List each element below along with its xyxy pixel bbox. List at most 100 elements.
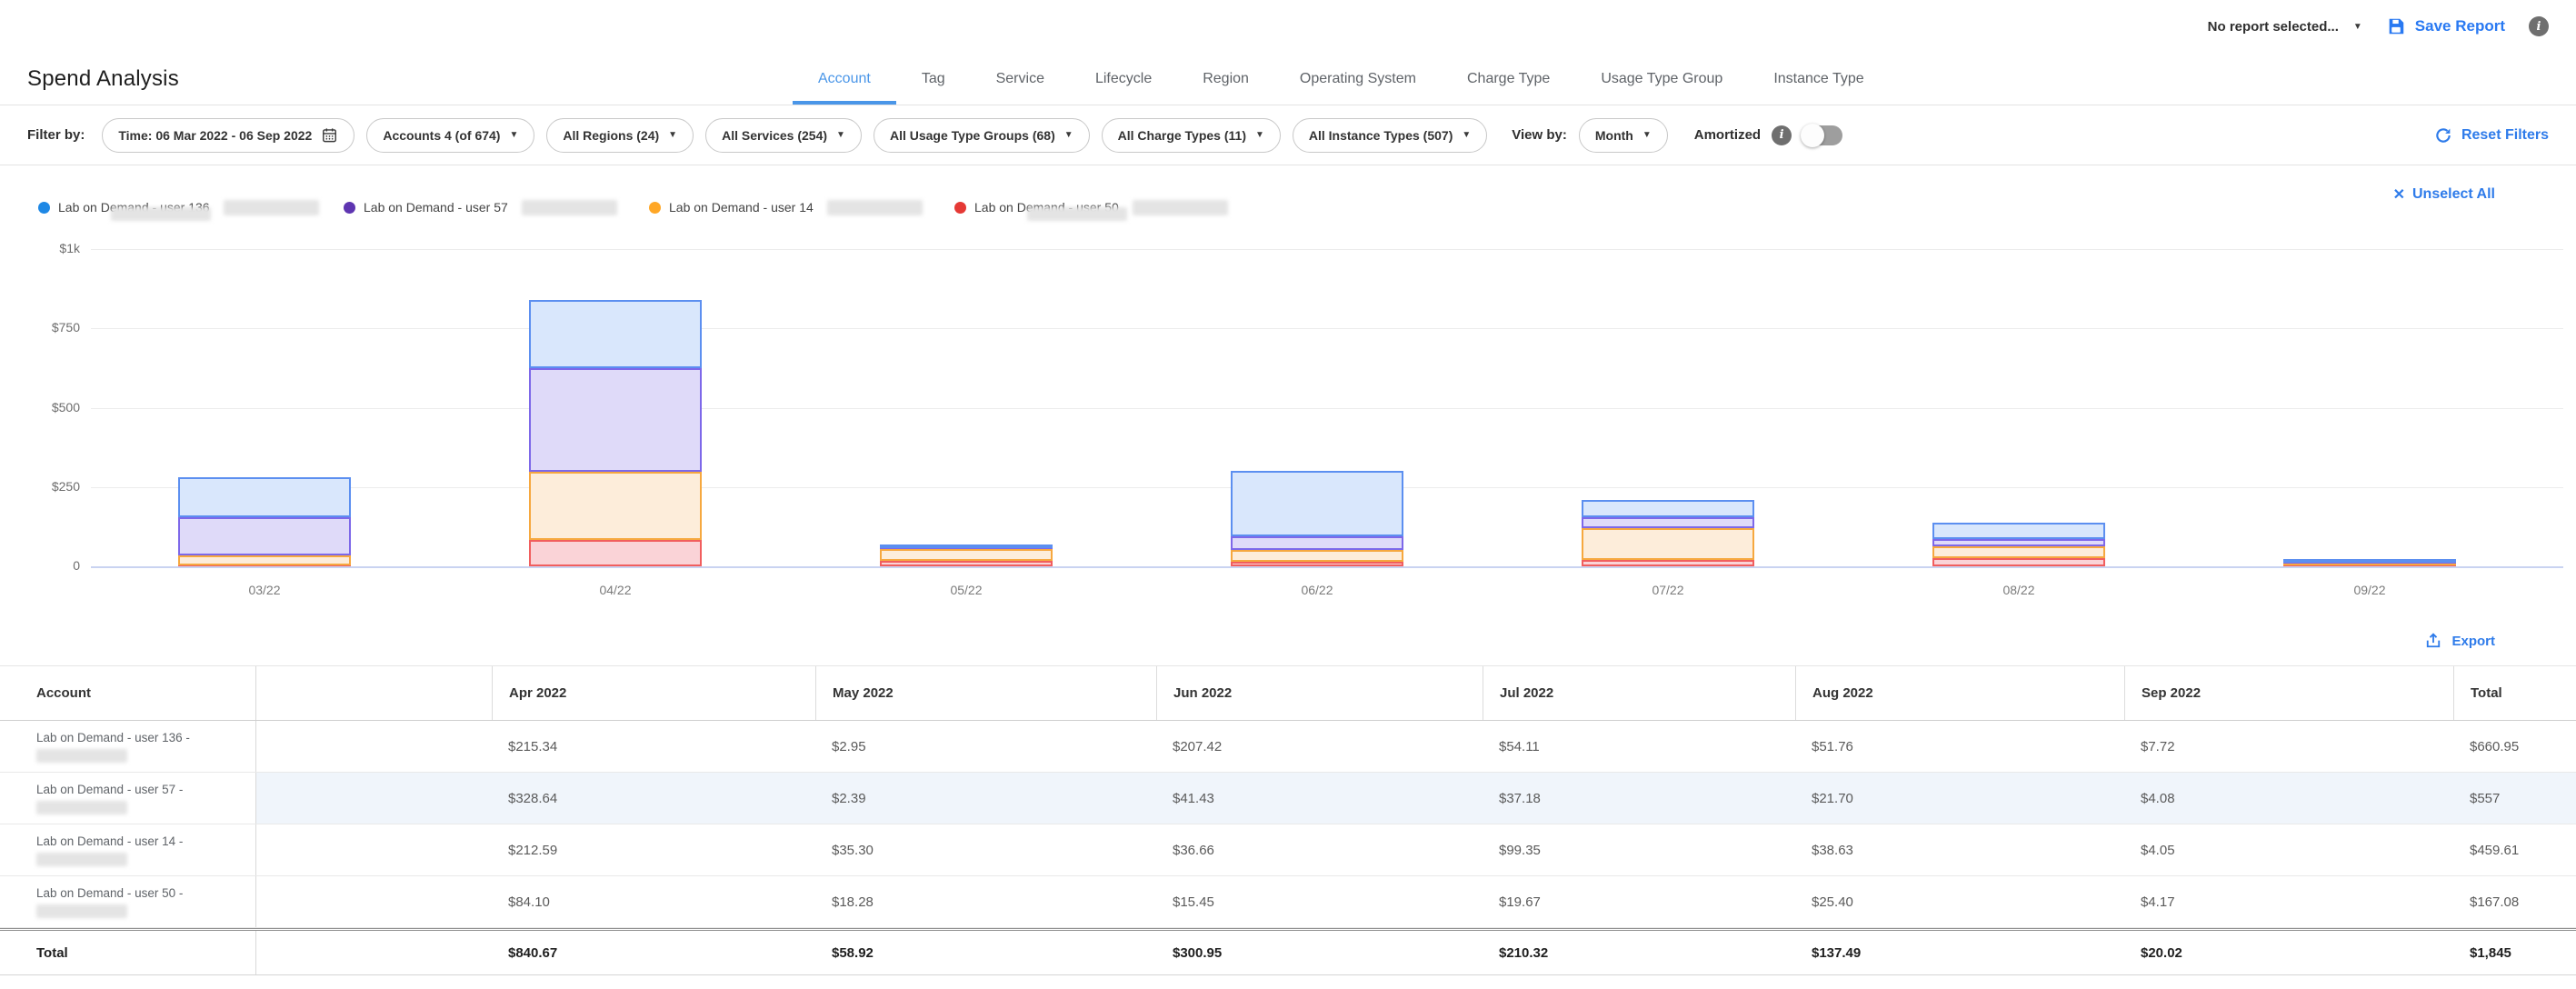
column-header-jun-2022: Jun 2022 <box>1156 666 1483 720</box>
bar-segment-lab-on-demand-user-57[interactable] <box>1932 539 2105 546</box>
report-selector[interactable]: No report selected... ▼ <box>2208 19 2362 35</box>
x-axis-tick: 09/22 <box>2306 583 2433 597</box>
column-header-aug-2022: Aug 2022 <box>1795 666 2124 720</box>
x-axis-tick: 04/22 <box>552 583 679 597</box>
legend-item-lab-on-demand-user-57[interactable]: Lab on Demand - user 57 <box>344 180 649 235</box>
bar-segment-lab-on-demand-user-57[interactable] <box>178 517 351 555</box>
bar-segment-lab-on-demand-user-136[interactable] <box>178 477 351 517</box>
close-icon: ✕ <box>2393 185 2405 204</box>
tab-usage-type-group[interactable]: Usage Type Group <box>1575 53 1748 105</box>
bar-segment-lab-on-demand-user-14[interactable] <box>880 549 1053 560</box>
export-label: Export <box>2451 634 2495 649</box>
tab-lifecycle[interactable]: Lifecycle <box>1070 53 1177 105</box>
tab-region[interactable]: Region <box>1177 53 1274 105</box>
charge-types-filter[interactable]: All Charge Types (11)▼ <box>1102 118 1281 153</box>
bar-segment-lab-on-demand-user-50[interactable] <box>1231 562 1403 566</box>
value-cell-jul-2022: $19.67 <box>1483 876 1795 927</box>
tab-instance-type[interactable]: Instance Type <box>1748 53 1889 105</box>
spend-table: AccountApr 2022May 2022Jun 2022Jul 2022A… <box>0 665 2576 975</box>
value-cell-jun-2022: $41.43 <box>1156 773 1483 824</box>
regions-filter-label: All Regions (24) <box>563 128 659 143</box>
chevron-down-icon: ▼ <box>2353 22 2362 32</box>
value-cell-apr-2022: $212.59 <box>492 824 815 875</box>
bar-segment-lab-on-demand-user-136[interactable] <box>1231 471 1403 536</box>
tab-service[interactable]: Service <box>971 53 1070 105</box>
bar-segment-lab-on-demand-user-50[interactable] <box>880 561 1053 566</box>
refresh-icon <box>2434 126 2452 145</box>
time-filter[interactable]: Time: 06 Mar 2022 - 06 Sep 2022 <box>102 118 354 153</box>
bar-04-22[interactable] <box>529 249 702 566</box>
column-header-account: Account <box>0 666 256 720</box>
tab-charge-type[interactable]: Charge Type <box>1442 53 1575 105</box>
table-row-lab-on-demand-user-57: Lab on Demand - user 57 -$328.64$2.39$41… <box>0 773 2576 824</box>
legend-item-lab-on-demand-user-136[interactable]: Lab on Demand - user 136 <box>38 180 344 235</box>
instance-types-filter[interactable]: All Instance Types (507)▼ <box>1293 118 1487 153</box>
view-by-value: Month <box>1595 128 1633 143</box>
toggle-knob <box>1801 124 1824 147</box>
info-icon[interactable]: i <box>2529 16 2549 36</box>
column-header-jul-2022: Jul 2022 <box>1483 666 1795 720</box>
bar-segment-lab-on-demand-user-50[interactable] <box>529 540 702 566</box>
value-cell-may-2022: $18.28 <box>815 876 1156 927</box>
bar-segment-lab-on-demand-user-136[interactable] <box>1932 523 2105 539</box>
bar-05-22[interactable] <box>880 249 1053 566</box>
account-name: Lab on Demand - user 50 - <box>36 886 183 900</box>
chart-legend: ✕ Unselect All Lab on Demand - user 136L… <box>0 165 2576 235</box>
bar-09-22[interactable] <box>2283 249 2456 566</box>
chevron-down-icon: ▼ <box>1064 130 1073 140</box>
tab-account[interactable]: Account <box>793 53 896 105</box>
bar-segment-lab-on-demand-user-14[interactable] <box>1231 550 1403 562</box>
services-filter[interactable]: All Services (254)▼ <box>705 118 862 153</box>
unselect-all-button[interactable]: ✕ Unselect All <box>2393 185 2495 204</box>
tab-operating-system[interactable]: Operating System <box>1274 53 1442 105</box>
calendar-icon <box>321 126 338 144</box>
bar-segment-lab-on-demand-user-136[interactable] <box>880 544 1053 548</box>
x-axis-line <box>91 566 2563 568</box>
chevron-down-icon: ▼ <box>1642 130 1652 140</box>
bar-segment-lab-on-demand-user-14[interactable] <box>1582 528 1754 560</box>
bar-segment-lab-on-demand-user-50[interactable] <box>1932 558 2105 566</box>
accounts-filter[interactable]: Accounts 4 (of 674)▼ <box>366 118 534 153</box>
bar-segment-lab-on-demand-user-14[interactable] <box>1932 546 2105 558</box>
table-header-row: AccountApr 2022May 2022Jun 2022Jul 2022A… <box>0 666 2576 721</box>
regions-filter[interactable]: All Regions (24)▼ <box>546 118 694 153</box>
legend-dot-icon <box>649 202 661 214</box>
y-axis-tick: $500 <box>4 400 80 415</box>
x-axis-tick: 05/22 <box>903 583 1030 597</box>
bar-segment-lab-on-demand-user-136[interactable] <box>529 300 702 368</box>
filter-pills: Time: 06 Mar 2022 - 06 Sep 2022 Accounts … <box>102 118 1487 153</box>
redacted-text <box>224 200 319 215</box>
bar-08-22[interactable] <box>1932 249 2105 566</box>
reset-filters-button[interactable]: Reset Filters <box>2434 126 2549 145</box>
usage-type-groups-filter[interactable]: All Usage Type Groups (68)▼ <box>874 118 1090 153</box>
empty-cell <box>256 773 492 824</box>
bar-segment-lab-on-demand-user-50[interactable] <box>1582 560 1754 566</box>
amortized-toggle[interactable] <box>1802 125 1842 145</box>
bar-segment-lab-on-demand-user-57[interactable] <box>1231 536 1403 549</box>
value-cell-apr-2022: $215.34 <box>492 721 815 772</box>
info-icon[interactable]: i <box>1772 125 1792 145</box>
save-report-button[interactable]: Save Report <box>2386 16 2505 36</box>
bar-segment-lab-on-demand-user-57[interactable] <box>1582 517 1754 529</box>
bar-03-22[interactable] <box>178 249 351 566</box>
legend-dot-icon <box>344 202 355 214</box>
bar-segment-lab-on-demand-user-136[interactable] <box>1582 500 1754 517</box>
redacted-text <box>36 801 127 814</box>
bar-segment-lab-on-demand-user-57[interactable] <box>529 368 702 473</box>
bar-07-22[interactable] <box>1582 249 1754 566</box>
value-cell-apr-2022: $84.10 <box>492 876 815 927</box>
export-row: Export <box>0 616 2576 665</box>
bar-06-22[interactable] <box>1231 249 1403 566</box>
reset-filters-label: Reset Filters <box>2461 127 2549 144</box>
legend-item-lab-on-demand-user-14[interactable]: Lab on Demand - user 14 <box>649 180 954 235</box>
view-by-select[interactable]: Month ▼ <box>1579 118 1668 153</box>
export-button[interactable]: Export <box>2424 632 2495 650</box>
tab-tag[interactable]: Tag <box>896 53 971 105</box>
bar-segment-lab-on-demand-user-14[interactable] <box>178 555 351 566</box>
legend-item-lab-on-demand-user-50[interactable]: Lab on Demand - user 50 <box>954 180 1260 235</box>
bar-segment-lab-on-demand-user-14[interactable] <box>529 472 702 539</box>
value-cell-total: $660.95 <box>2453 721 2576 772</box>
y-axis-tick: $1k <box>4 241 80 255</box>
bar-segment-lab-on-demand-user-136[interactable] <box>2283 559 2456 563</box>
value-cell-sep-2022: $4.05 <box>2124 824 2453 875</box>
